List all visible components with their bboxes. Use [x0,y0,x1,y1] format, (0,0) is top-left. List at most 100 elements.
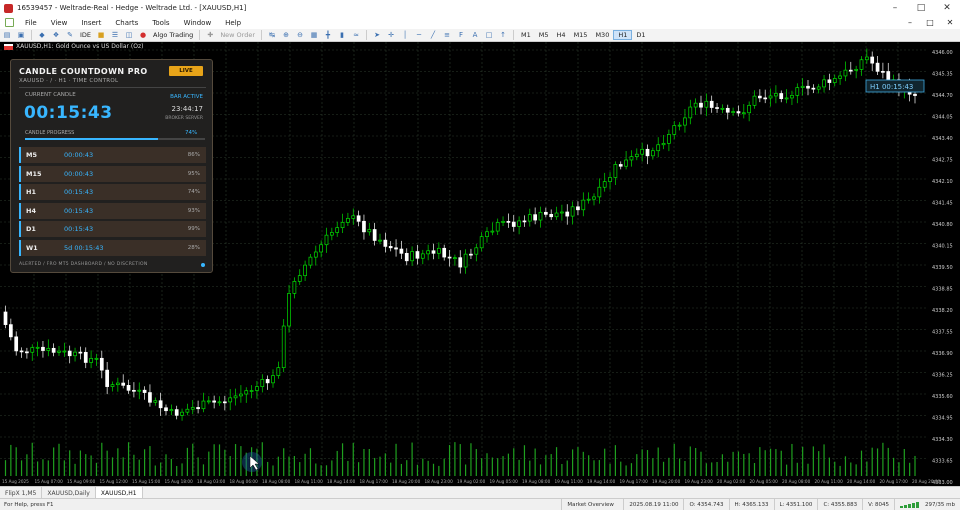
candle-body [538,211,543,221]
cursor-icon[interactable]: ➤ [372,30,382,40]
terminal-icon[interactable]: ◫ [124,30,134,40]
candle-body [629,156,634,161]
candle-body [602,181,607,188]
candle-body [800,85,805,88]
timeframe-m15[interactable]: M15 [570,31,592,39]
candle-body [14,336,19,352]
candle-body [388,246,393,249]
maximize-button[interactable]: □ [908,0,934,16]
market-watch-icon[interactable]: ❖ [51,30,61,40]
channel-icon[interactable]: ≡ [442,30,452,40]
trend-line-icon[interactable]: ╱ [428,30,438,40]
candle-body [843,69,848,77]
time-axis-label: 15 Aug 09:00 [67,479,96,484]
candle-body [330,232,334,236]
fibonacci-icon[interactable]: F [456,30,466,40]
candle-body [741,112,746,115]
timeframe-h1[interactable]: H1 [613,30,633,40]
tile-windows-icon[interactable]: ▦ [309,30,319,40]
candle-body [688,106,693,119]
child-minimize-button[interactable]: – [900,18,920,27]
text-tool-icon[interactable]: A [470,30,480,40]
candle-body [848,69,853,72]
new-chart-icon[interactable]: ▤ [2,30,12,40]
candle-body [608,177,612,182]
candle-progress-fill [25,138,159,140]
time-axis-label: 20 Aug 11:00 [815,479,844,484]
price-axis-label: 4338.20 [932,308,953,314]
candle-body [265,379,270,384]
menu-file[interactable]: File [18,19,44,27]
navigator-icon[interactable]: ◆ [37,30,47,40]
minimize-button[interactable]: – [882,0,908,16]
algo-trading-button[interactable]: Algo Trading [150,31,196,39]
candle-body [543,211,548,215]
menu-charts[interactable]: Charts [108,19,145,27]
zoom-in-icon[interactable]: ⊕ [281,30,291,40]
timeframe-d1[interactable]: D1 [632,31,649,39]
bar-volume: V: 8045 [862,498,894,510]
shapes-icon[interactable]: □ [484,30,494,40]
candle-body [875,62,880,72]
toolbar-divider [31,30,32,40]
time-axis-label: 18 Aug 14:00 [327,479,356,484]
status-dot-icon [201,263,205,267]
ide-button[interactable]: IDE [77,31,94,39]
new-order-icon[interactable]: ✚ [205,30,215,40]
connection-status[interactable]: 297/35 mb [894,498,960,510]
row-percent: 86% [187,152,200,158]
profile-name[interactable]: Market Overview [561,498,623,510]
candle-countdown-panel: CANDLE COUNTDOWN PRO XAUUSD · / · H1 · T… [10,59,213,273]
candle-body [3,311,8,325]
candle-body [287,293,291,327]
candle-body [249,390,254,392]
timeframe-m30[interactable]: M30 [591,31,613,39]
time-axis-label: 15 Aug 12:00 [100,479,129,484]
candle-body [319,244,323,253]
price-axis-label: 4344.05 [932,115,953,121]
price-axis-label: 4340.15 [932,244,953,250]
timeframe-m1[interactable]: M1 [517,31,535,39]
profiles-icon[interactable]: ▣ [16,30,26,40]
bar-chart-icon[interactable]: ╋ [323,30,333,40]
candle-body [763,97,768,100]
candle-body [442,247,447,258]
time-axis-label: 20 Aug 05:00 [750,479,779,484]
arrows-icon[interactable]: ↑ [498,30,508,40]
row-timeframe: M15 [26,169,42,178]
bar-status: BAR ACTIVE [170,94,203,100]
line-chart-icon[interactable]: ≈ [351,30,361,40]
candle-body [297,275,302,282]
menu-tools[interactable]: Tools [145,19,176,27]
timeframe-m5[interactable]: M5 [535,31,553,39]
new-order-button[interactable]: New Order [217,31,258,39]
bar-high: H: 4365.133 [728,498,774,510]
candle-chart-icon[interactable]: ▮ [337,30,347,40]
horizontal-line-icon[interactable]: ─ [414,30,424,40]
lock-icon[interactable]: ■ [96,30,106,40]
menu-view[interactable]: View [44,19,75,27]
chart-scroll-icon[interactable]: ↹ [267,30,277,40]
strategy-tester-icon[interactable]: ☰ [110,30,120,40]
child-restore-button[interactable]: □ [920,18,940,27]
zoom-out-icon[interactable]: ⊖ [295,30,305,40]
timeframe-h4-left[interactable]: H4 [553,31,570,39]
candle-body [469,253,473,256]
candle-body [672,125,677,135]
menu-insert[interactable]: Insert [74,19,108,27]
crosshair-icon[interactable]: ✛ [386,30,396,40]
candle-body [19,350,24,353]
menu-window[interactable]: Window [177,19,219,27]
algo-trading-icon[interactable]: ● [138,30,148,40]
candle-body [565,211,570,217]
candle-body [244,390,249,395]
row-timeframe: D1 [26,225,36,233]
ide-icon[interactable]: ✎ [65,30,75,40]
menu-help[interactable]: Help [218,19,248,27]
row-time: 00:15:43 [64,225,94,233]
vertical-line-icon[interactable]: │ [400,30,410,40]
row-time: 00:15:43 [64,188,94,196]
child-close-button[interactable]: ✕ [940,18,960,27]
close-button[interactable]: ✕ [934,0,960,16]
candle-body [174,409,179,416]
